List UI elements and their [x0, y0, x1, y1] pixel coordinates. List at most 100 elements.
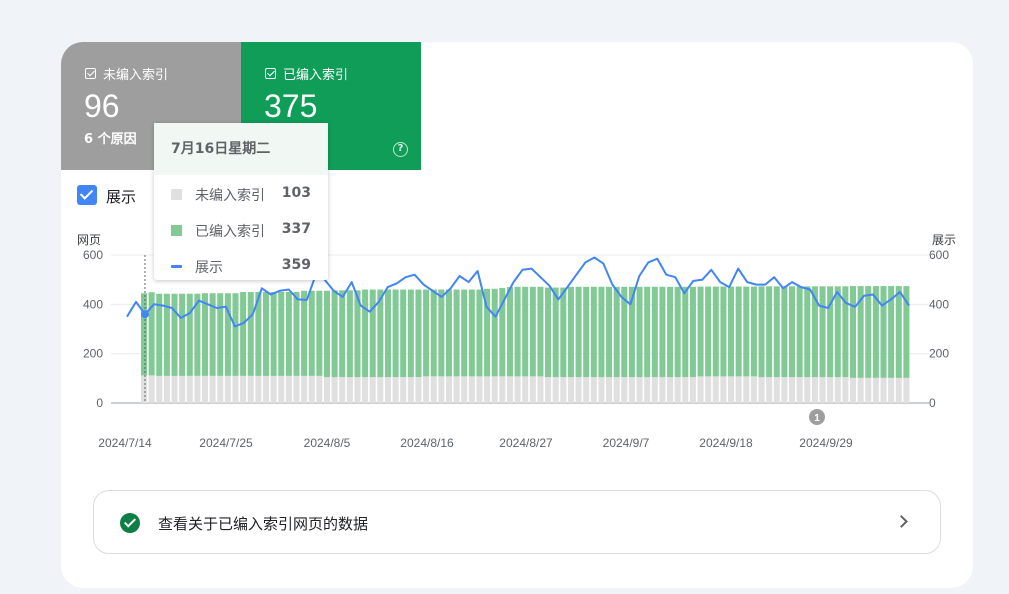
- bar-indexed: [316, 290, 323, 376]
- bar-indexed: [346, 290, 353, 378]
- bar-not-indexed: [186, 375, 193, 403]
- bar-indexed: [384, 289, 391, 378]
- bar-not-indexed: [491, 376, 498, 403]
- chart-tooltip: 7月16日星期二 未编入索引 103 已编入索引 337 展示 359: [154, 123, 328, 280]
- bar-not-indexed: [651, 377, 658, 403]
- bar-indexed: [537, 286, 544, 377]
- bar-not-indexed: [201, 375, 209, 403]
- bar-indexed: [850, 286, 857, 378]
- bar-indexed: [506, 287, 513, 377]
- bar-not-indexed: [240, 375, 247, 403]
- bar-not-indexed: [209, 375, 216, 403]
- bar-not-indexed: [773, 377, 780, 403]
- bar-not-indexed: [293, 375, 300, 403]
- bar-not-indexed: [865, 377, 872, 403]
- bar-not-indexed: [453, 376, 460, 403]
- tooltip-value: 337: [281, 221, 311, 237]
- bar-indexed: [789, 286, 796, 378]
- bar-not-indexed: [476, 376, 483, 403]
- bar-indexed: [735, 286, 742, 377]
- bar-not-indexed: [217, 375, 224, 403]
- y-right-tick-label: 0: [929, 396, 936, 410]
- bar-not-indexed: [697, 376, 704, 403]
- bar-not-indexed: [415, 377, 422, 403]
- bar-indexed: [339, 290, 346, 378]
- chevron-right-icon[interactable]: [895, 515, 908, 528]
- bar-not-indexed: [339, 377, 346, 403]
- x-tick-label: 2024/7/14: [98, 436, 152, 450]
- x-tick-label: 2024/8/27: [499, 436, 553, 450]
- tooltip-row-not-indexed: 未编入索引 103: [171, 185, 317, 204]
- bar-not-indexed: [445, 376, 452, 403]
- y-tick-label: 200: [83, 347, 103, 361]
- bar-not-indexed: [224, 375, 231, 403]
- bar-not-indexed: [484, 376, 491, 403]
- bar-not-indexed: [667, 377, 674, 403]
- bar-not-indexed: [659, 377, 666, 403]
- bar-indexed: [270, 292, 277, 376]
- bar-not-indexed: [423, 376, 430, 403]
- bar-indexed: [606, 286, 613, 378]
- bar-indexed: [575, 286, 582, 378]
- bar-not-indexed: [308, 375, 315, 403]
- bar-not-indexed: [872, 377, 879, 403]
- swatch-icon: [171, 189, 182, 200]
- bar-not-indexed: [628, 377, 635, 403]
- bar-not-indexed: [636, 377, 643, 403]
- bar-not-indexed: [750, 376, 757, 403]
- bar-indexed: [323, 290, 330, 378]
- bar-not-indexed: [232, 375, 239, 403]
- y-tick-label: 0: [96, 396, 103, 410]
- bar-not-indexed: [728, 376, 735, 403]
- bar-not-indexed: [758, 377, 765, 403]
- bar-indexed: [262, 292, 270, 376]
- bar-not-indexed: [278, 375, 285, 403]
- bar-indexed: [689, 286, 696, 378]
- bar-not-indexed: [682, 377, 689, 403]
- bar-not-indexed: [323, 377, 330, 403]
- bar-indexed: [560, 287, 567, 378]
- bar-not-indexed: [590, 377, 597, 403]
- bar-indexed: [834, 286, 841, 378]
- bar-not-indexed: [468, 376, 475, 403]
- x-tick-label: 2024/8/5: [304, 436, 351, 450]
- bar-indexed: [415, 289, 422, 378]
- bar-not-indexed: [811, 377, 818, 403]
- bar-indexed: [201, 293, 209, 376]
- bar-indexed: [758, 286, 765, 378]
- y-right-tick-label: 200: [929, 347, 949, 361]
- tooltip-row-indexed: 已编入索引 337: [171, 221, 317, 240]
- bar-not-indexed: [301, 375, 308, 403]
- bar-not-indexed: [262, 375, 270, 403]
- bar-indexed: [667, 286, 674, 378]
- bar-indexed: [796, 286, 803, 378]
- tooltip-row-impressions: 展示 359: [171, 257, 317, 276]
- bar-indexed: [293, 292, 300, 376]
- bar-indexed: [522, 286, 529, 377]
- bar-indexed: [438, 289, 445, 377]
- bar-not-indexed: [400, 377, 407, 403]
- bar-indexed: [682, 286, 689, 378]
- bar-indexed: [476, 289, 483, 377]
- bar-indexed: [240, 292, 247, 376]
- bar-not-indexed: [552, 377, 559, 403]
- bar-indexed: [552, 287, 559, 378]
- tooltip-date: 7月16日星期二: [154, 123, 328, 175]
- y-right-tick-label: 400: [929, 297, 949, 311]
- bar-not-indexed: [141, 375, 148, 403]
- bar-indexed: [179, 293, 186, 376]
- bar-indexed: [392, 289, 399, 378]
- bar-not-indexed: [316, 375, 323, 403]
- bar-not-indexed: [430, 376, 437, 403]
- bar-indexed: [781, 286, 788, 378]
- bar-not-indexed: [583, 377, 590, 403]
- bar-not-indexed: [384, 377, 391, 403]
- bar-not-indexed: [156, 375, 163, 403]
- bar-not-indexed: [880, 377, 887, 403]
- indexed-pages-link[interactable]: 查看关于已编入索引网页的数据: [93, 490, 941, 554]
- bar-not-indexed: [247, 375, 254, 403]
- bar-indexed: [514, 286, 521, 377]
- bar-indexed: [697, 286, 704, 377]
- bar-indexed: [766, 286, 773, 378]
- bar-indexed: [141, 293, 148, 376]
